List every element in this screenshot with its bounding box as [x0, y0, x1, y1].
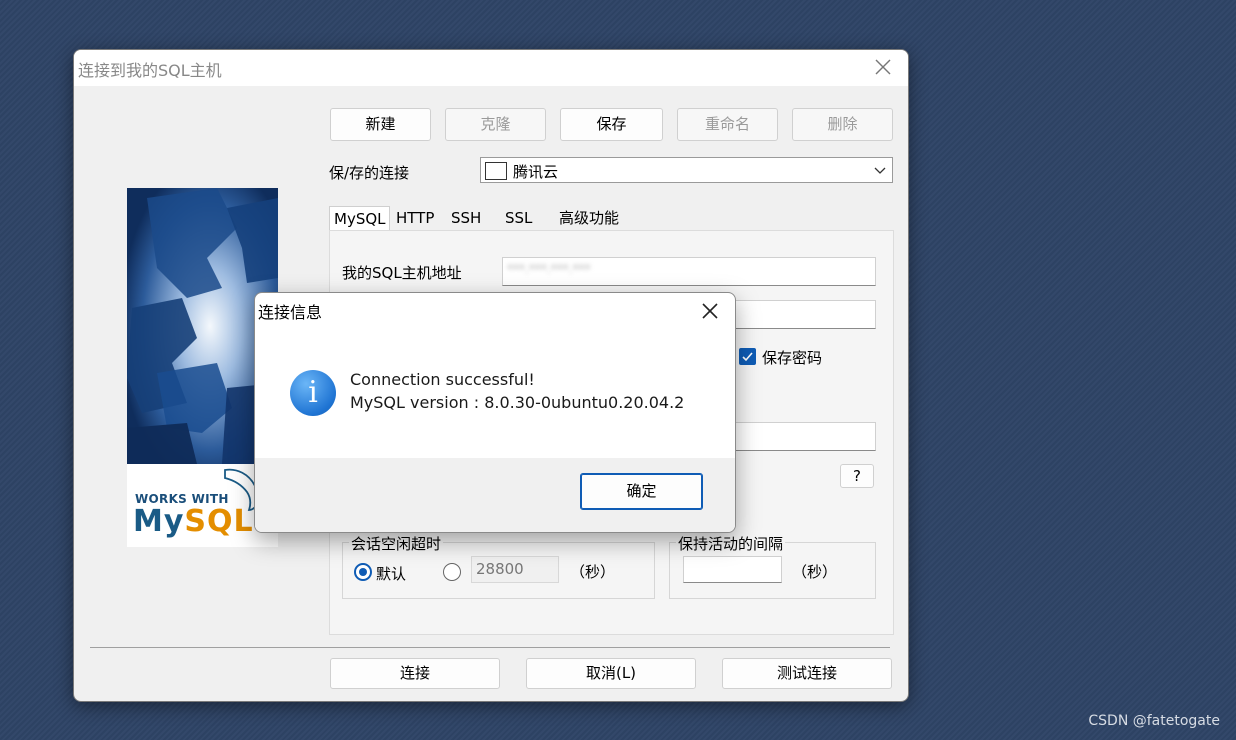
- window-title: 连接到我的SQL主机: [78, 61, 222, 80]
- host-label: 我的SQL主机地址: [342, 264, 462, 282]
- save-password-checkbox[interactable]: [739, 348, 756, 365]
- keepalive-input[interactable]: [683, 556, 782, 583]
- save-password-label: 保存密码: [762, 349, 823, 367]
- ok-button[interactable]: 确定: [580, 473, 703, 510]
- dialog-title: 连接信息: [258, 303, 323, 322]
- saved-connection-value: 腾讯云: [513, 163, 559, 181]
- mysql-my: My: [133, 504, 185, 539]
- timeout-default-label: 默认: [376, 565, 407, 583]
- watermark: CSDN @fatetogate: [1088, 713, 1220, 729]
- connect-button[interactable]: 连接: [330, 658, 500, 689]
- keepalive-title: 保持活动的间隔: [676, 533, 786, 554]
- tab-ssl[interactable]: SSL: [501, 206, 553, 230]
- new-button[interactable]: 新建: [330, 108, 431, 141]
- dialog-message-line1: Connection successful!: [350, 370, 535, 389]
- save-button[interactable]: 保存: [560, 108, 663, 141]
- timeout-custom-radio[interactable]: [443, 563, 461, 581]
- saved-connection-dropdown[interactable]: 腾讯云: [480, 157, 893, 183]
- tab-ssh[interactable]: SSH: [447, 206, 499, 230]
- timeout-seconds-value: 28800: [476, 560, 524, 578]
- tab-mysql[interactable]: MySQL: [329, 206, 390, 230]
- test-connection-button[interactable]: 测试连接: [722, 658, 892, 689]
- mysql-sql: SQL: [184, 504, 254, 539]
- footer-separator: [90, 647, 890, 648]
- session-timeout-title: 会话空闲超时: [349, 533, 444, 554]
- connection-info-dialog: 连接信息 i Connection successful! MySQL vers…: [254, 292, 736, 533]
- timeout-default-radio[interactable]: [354, 563, 372, 581]
- tab-http[interactable]: HTTP: [392, 206, 444, 230]
- clone-button[interactable]: 克隆: [445, 108, 546, 141]
- checkmark-icon: [742, 352, 753, 362]
- delete-button[interactable]: 删除: [792, 108, 893, 141]
- close-icon[interactable]: [701, 302, 719, 320]
- rename-button[interactable]: 重命名: [677, 108, 778, 141]
- mysql-wordmark: MySQL: [133, 504, 254, 539]
- tab-advanced[interactable]: 高级功能: [555, 206, 627, 230]
- close-icon[interactable]: [872, 56, 894, 78]
- timeout-unit: （秒）: [570, 563, 616, 581]
- dialog-message-line2: MySQL version : 8.0.30-0ubuntu0.20.04.2: [350, 393, 685, 412]
- timeout-seconds-input[interactable]: 28800: [471, 556, 559, 583]
- host-value: ***.***.***.***: [507, 262, 591, 276]
- keepalive-unit: （秒）: [792, 563, 838, 581]
- host-input[interactable]: ***.***.***.***: [502, 257, 876, 286]
- titlebar: 连接到我的SQL主机: [74, 50, 908, 86]
- help-button[interactable]: ?: [840, 464, 874, 488]
- cancel-button[interactable]: 取消(L): [526, 658, 696, 689]
- chevron-down-icon: [874, 167, 886, 174]
- color-swatch: [485, 162, 507, 180]
- saved-connection-label: 保/存的连接: [329, 164, 410, 182]
- info-icon: i: [290, 370, 336, 416]
